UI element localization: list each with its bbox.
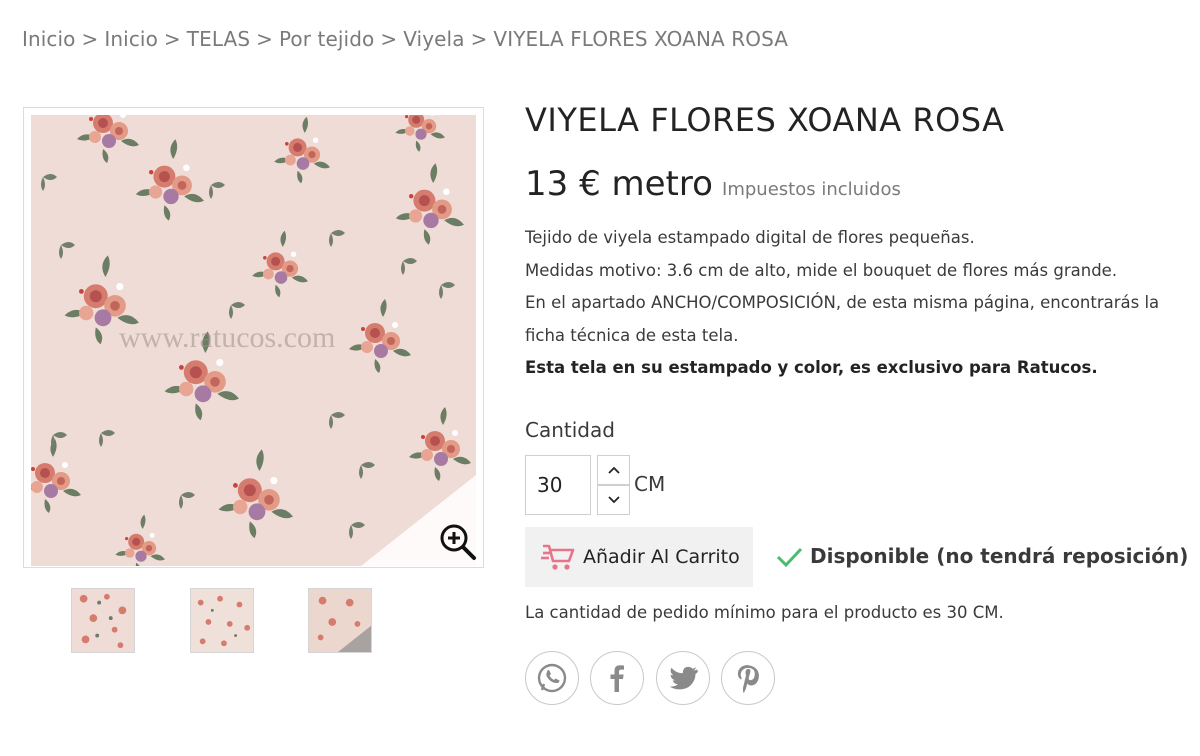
- breadcrumb-item-current: VIYELA FLORES XOANA ROSA: [493, 27, 789, 51]
- check-icon: [776, 547, 803, 568]
- product-thumbnail-3[interactable]: [308, 588, 372, 653]
- breadcrumb-item-telas[interactable]: TELAS: [187, 27, 250, 51]
- thumbnail-image: [72, 589, 134, 652]
- breadcrumb-separator: >: [256, 27, 273, 51]
- tax-note: Impuestos incluidos: [722, 179, 901, 200]
- image-watermark: www.ratucos.com: [119, 321, 335, 354]
- availability-status: Disponible (no tendrá reposición): [774, 541, 1188, 571]
- availability-label: Disponible (no tendrá reposición): [810, 544, 1189, 568]
- description-line: Tejido de viyela estampado digital de fl…: [525, 228, 975, 247]
- thumbnail-image: [191, 589, 253, 652]
- whatsapp-icon: [537, 663, 567, 693]
- add-to-cart-button[interactable]: Añadir Al Carrito: [525, 527, 753, 587]
- breadcrumb-separator: >: [380, 27, 398, 51]
- description-line: En el apartado ANCHO/COMPOSICIÓN, de est…: [525, 293, 1160, 345]
- twitter-icon: [669, 666, 698, 690]
- share-facebook-button[interactable]: [590, 651, 644, 705]
- chevron-down-icon: [607, 496, 620, 504]
- thumbnail-image: [309, 589, 371, 652]
- breadcrumb-item-por-tejido[interactable]: Por tejido: [279, 27, 374, 51]
- quantity-increment-button[interactable]: [597, 455, 630, 485]
- breadcrumb: Inicio > Inicio > TELAS > Por tejido > Viyela > VI…: [22, 27, 788, 51]
- quantity-input[interactable]: 30: [525, 455, 591, 515]
- product-title: VIYELA FLORES XOANA ROSA: [525, 101, 1005, 139]
- share-twitter-button[interactable]: [656, 651, 710, 705]
- quantity-unit: CM: [634, 472, 666, 496]
- breadcrumb-separator: >: [470, 27, 488, 51]
- product-price: 13 € metro: [525, 164, 713, 204]
- facebook-icon: [610, 665, 624, 692]
- product-description: Tejido de viyela estampado digital de fl…: [525, 222, 1175, 385]
- chevron-up-icon: [607, 466, 620, 474]
- breadcrumb-separator: >: [81, 27, 99, 51]
- pinterest-icon: [737, 665, 759, 693]
- quantity-label: Cantidad: [525, 418, 615, 442]
- description-line: Medidas motivo: 3.6 cm de alto, mide el …: [525, 260, 1118, 280]
- fabric-pattern-image: www.ratucos.com: [31, 115, 476, 566]
- zoom-in-icon[interactable]: [438, 522, 478, 562]
- add-to-cart-label: Añadir Al Carrito: [583, 546, 740, 568]
- breadcrumb-item-inicio-2[interactable]: Inicio: [104, 27, 158, 51]
- shopping-cart-icon: [541, 544, 575, 570]
- share-pinterest-button[interactable]: [721, 651, 775, 705]
- price-row: 13 € metro Impuestos incluidos: [525, 164, 901, 204]
- breadcrumb-item-viyela[interactable]: Viyela: [403, 27, 464, 51]
- product-main-image[interactable]: www.ratucos.com: [23, 107, 484, 568]
- breadcrumb-item-inicio[interactable]: Inicio: [22, 27, 76, 51]
- exclusive-note: Esta tela en su estampado y color, es ex…: [525, 358, 1098, 377]
- product-thumbnail-1[interactable]: [71, 588, 135, 653]
- product-thumbnail-2[interactable]: [190, 588, 254, 653]
- quantity-decrement-button[interactable]: [597, 485, 630, 515]
- share-whatsapp-button[interactable]: [525, 651, 579, 705]
- breadcrumb-separator: >: [163, 27, 181, 51]
- minimum-order-note: La cantidad de pedido mínimo para el pro…: [525, 603, 1004, 622]
